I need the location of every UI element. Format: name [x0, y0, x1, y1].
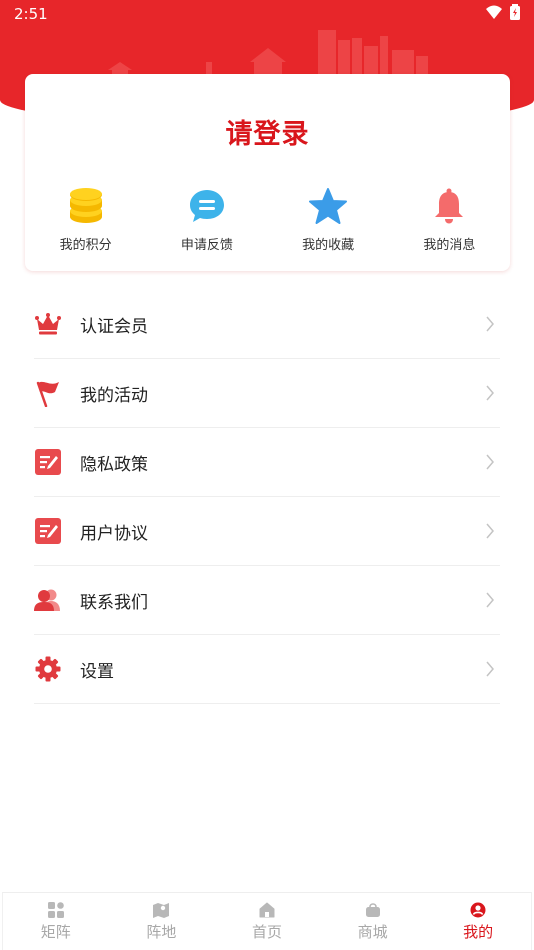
- menu-item-label: 联系我们: [80, 592, 148, 613]
- wifi-icon: [486, 5, 502, 23]
- star-icon: [308, 186, 348, 226]
- contacts-icon: [34, 586, 62, 614]
- bag-icon: [364, 901, 382, 919]
- tab-label: 矩阵: [40, 923, 71, 941]
- tab-position[interactable]: 阵地: [109, 893, 215, 950]
- quick-action-feedback[interactable]: 申请反馈: [146, 186, 267, 253]
- menu-item-my-activities[interactable]: 我的活动: [34, 359, 500, 428]
- quick-action-points[interactable]: 我的积分: [25, 186, 146, 253]
- battery-icon: [510, 4, 520, 24]
- tab-label: 首页: [251, 923, 282, 941]
- home-icon: [258, 901, 276, 919]
- status-time: 2:51: [14, 5, 48, 23]
- map-icon: [152, 901, 170, 919]
- tab-label: 我的: [463, 923, 494, 941]
- status-bar: 2:51: [0, 0, 534, 28]
- menu-item-verified-member[interactable]: 认证会员: [34, 290, 500, 359]
- chevron-right-icon: [482, 385, 498, 401]
- bottom-navigation: 矩阵 阵地 首页 商城 我的: [2, 892, 532, 950]
- document-edit-icon: [34, 517, 62, 545]
- chevron-right-icon: [482, 523, 498, 539]
- flag-icon: [34, 379, 62, 407]
- quick-action-label: 我的消息: [423, 238, 476, 253]
- quick-action-messages[interactable]: 我的消息: [389, 186, 510, 253]
- crown-icon: [34, 310, 62, 338]
- quick-action-label: 我的积分: [59, 238, 112, 253]
- tab-mall[interactable]: 商城: [320, 893, 426, 950]
- menu-item-contact-us[interactable]: 联系我们: [34, 566, 500, 635]
- chat-bubble-icon: [187, 186, 227, 226]
- menu-item-label: 认证会员: [80, 316, 148, 337]
- menu-item-user-agreement[interactable]: 用户协议: [34, 497, 500, 566]
- quick-action-label: 申请反馈: [180, 238, 233, 253]
- chevron-right-icon: [482, 592, 498, 608]
- quick-actions-row: 我的积分 申请反馈 我的收藏 我的消息: [25, 186, 510, 253]
- coins-icon: [66, 186, 106, 226]
- gear-icon: [34, 655, 62, 683]
- tab-label: 商城: [357, 923, 388, 941]
- quick-action-favorites[interactable]: 我的收藏: [268, 186, 389, 253]
- tab-matrix[interactable]: 矩阵: [3, 893, 109, 950]
- menu-item-label: 设置: [80, 661, 114, 682]
- tab-home[interactable]: 首页: [214, 893, 320, 950]
- menu-item-privacy-policy[interactable]: 隐私政策: [34, 428, 500, 497]
- tab-label: 阵地: [146, 923, 177, 941]
- user-icon: [469, 901, 487, 919]
- menu-item-settings[interactable]: 设置: [34, 635, 500, 704]
- chevron-right-icon: [482, 661, 498, 677]
- chevron-right-icon: [482, 316, 498, 332]
- quick-action-label: 我的收藏: [302, 238, 355, 253]
- tab-mine[interactable]: 我的: [425, 893, 531, 950]
- grid-icon: [47, 901, 65, 919]
- login-card: 请登录 我的积分 申请反馈 我的收藏 我的消息: [25, 74, 510, 271]
- menu-item-label: 我的活动: [80, 385, 148, 406]
- chevron-right-icon: [482, 454, 498, 470]
- menu-item-label: 用户协议: [80, 523, 148, 544]
- bell-icon: [429, 186, 469, 226]
- settings-menu: 认证会员 我的活动 隐私政策 用户协议 联系我们 设置: [34, 290, 500, 704]
- login-prompt[interactable]: 请登录: [25, 112, 510, 151]
- menu-item-label: 隐私政策: [80, 454, 148, 475]
- document-edit-icon: [34, 448, 62, 476]
